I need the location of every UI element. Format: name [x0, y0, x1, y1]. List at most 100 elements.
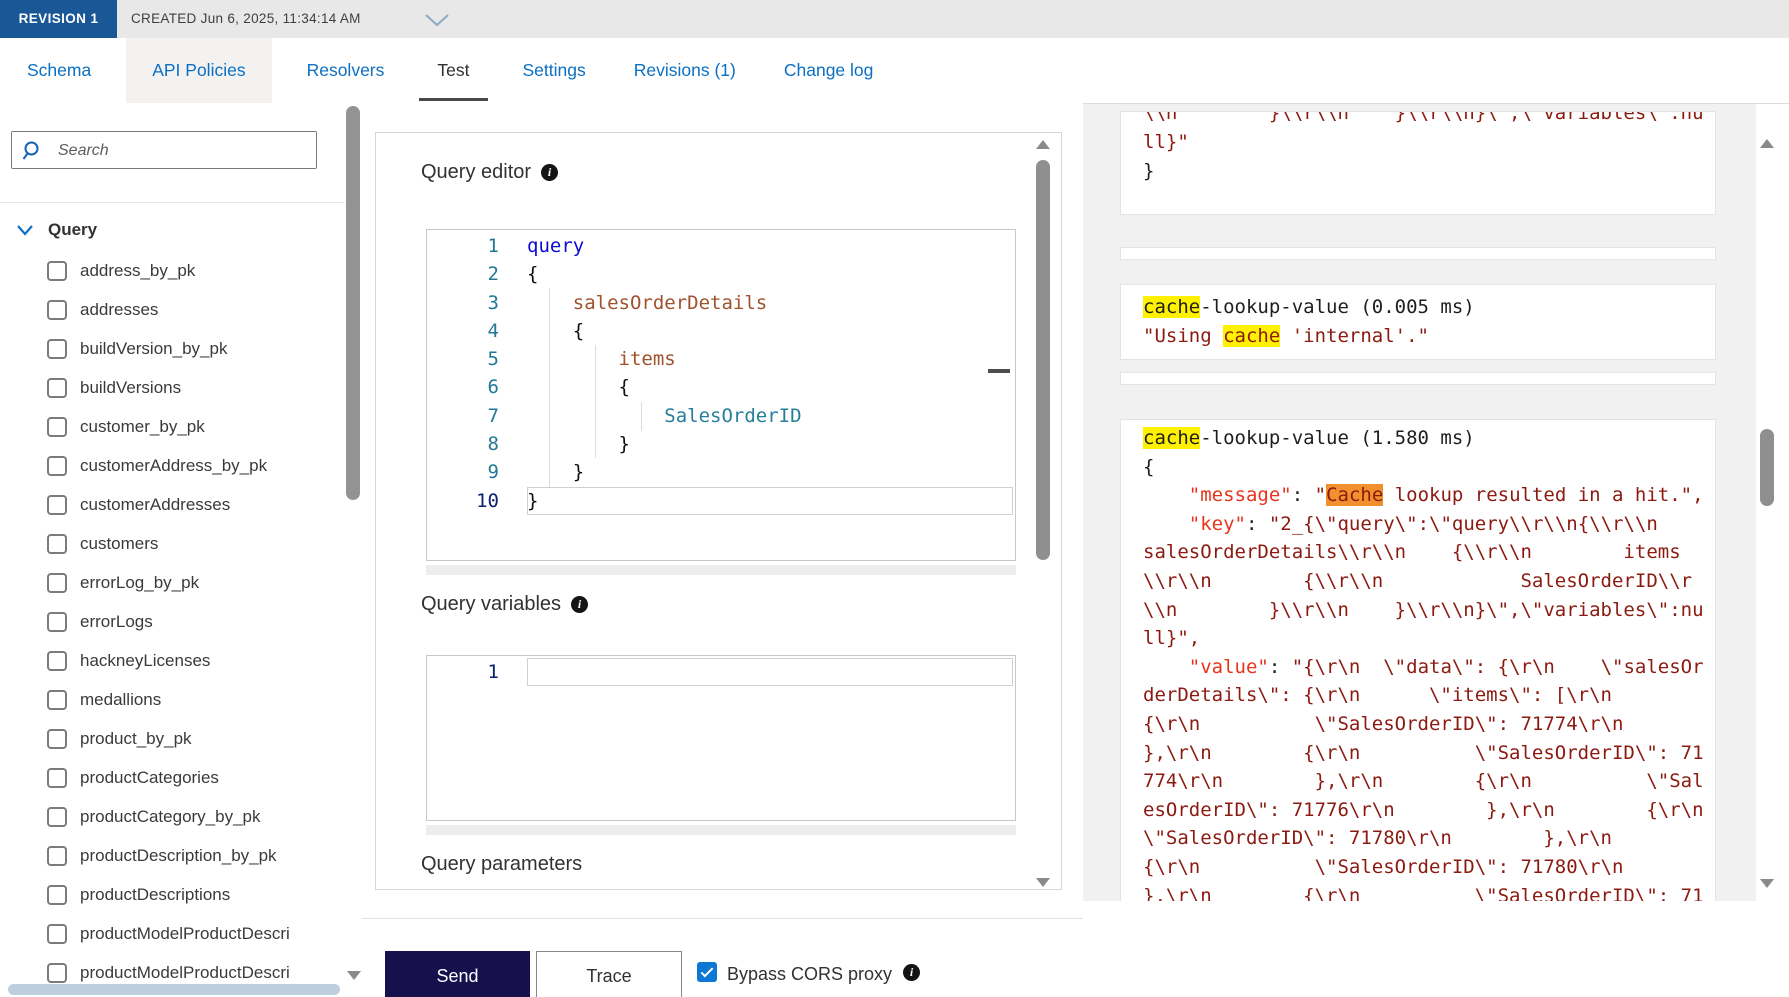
tab-settings[interactable]: Settings: [510, 38, 599, 103]
text-segment: [1143, 484, 1189, 506]
search-input[interactable]: [56, 133, 310, 169]
query-variables-title: Query variables: [421, 593, 588, 616]
operation-label: errorLog_by_pk: [80, 573, 199, 593]
operation-checkbox[interactable]: [47, 963, 67, 983]
trace-line: {\r\n \"SalesOrderID\": 71774\r\n: [1143, 710, 1715, 739]
info-icon[interactable]: [541, 164, 558, 181]
operation-item: errorLogs: [0, 602, 345, 641]
tab-change-log[interactable]: Change log: [771, 38, 887, 103]
chevron-down-icon: [16, 224, 34, 236]
code-line[interactable]: 7 SalesOrderID: [427, 402, 1015, 430]
trace-line: },\r\n {\r\n \"SalesOrderID\": 71: [1143, 739, 1715, 768]
sidebar-scroll-down-arrow[interactable]: [347, 971, 361, 980]
trace-scroll-down-arrow[interactable]: [1760, 879, 1774, 888]
operation-checkbox[interactable]: [47, 612, 67, 632]
code-line[interactable]: 3 salesOrderDetails: [427, 289, 1015, 317]
tab-revisions-1-[interactable]: Revisions (1): [621, 38, 749, 103]
query-variables-editor[interactable]: 1: [426, 655, 1016, 821]
code-line[interactable]: 1: [427, 658, 1015, 686]
operation-checkbox[interactable]: [47, 417, 67, 437]
text-segment: :: [1246, 513, 1269, 535]
text-segment: {: [527, 376, 630, 398]
operation-checkbox[interactable]: [47, 261, 67, 281]
code-line[interactable]: 9 }: [427, 458, 1015, 486]
text-segment: derDetails\": {\r\n \"items\": [\r\n: [1143, 684, 1612, 706]
text-segment: }: [527, 461, 584, 483]
operation-checkbox[interactable]: [47, 573, 67, 593]
tab-test[interactable]: Test: [419, 38, 487, 103]
middle-vertical-scrollbar[interactable]: [1036, 160, 1050, 560]
operation-checkbox[interactable]: [47, 846, 67, 866]
operation-label: productModelProductDescri: [80, 924, 290, 944]
operation-checkbox[interactable]: [47, 495, 67, 515]
operation-checkbox[interactable]: [47, 378, 67, 398]
operation-checkbox[interactable]: [47, 924, 67, 944]
operation-item: customerAddress_by_pk: [0, 446, 345, 485]
tab-schema[interactable]: Schema: [14, 38, 104, 103]
code-text: query: [527, 232, 1015, 260]
search-icon: [22, 140, 44, 162]
code-line[interactable]: 5 items: [427, 345, 1015, 373]
sidebar-horizontal-scrollbar[interactable]: [8, 984, 340, 995]
text-segment: {: [527, 320, 584, 342]
operation-checkbox[interactable]: [47, 807, 67, 827]
code-line[interactable]: 10}: [427, 487, 1015, 515]
text-segment: salesOrderDetails: [573, 292, 767, 314]
trace-card: cache-lookup-value (0.005 ms)"Using cach…: [1120, 284, 1716, 360]
operation-checkbox[interactable]: [47, 729, 67, 749]
text-segment: esOrderID\": 71776\r\n },\r\n {\r\n: [1143, 799, 1704, 821]
operation-checkbox[interactable]: [47, 885, 67, 905]
trace-card: cache-lookup-value (1.580 ms){ "message"…: [1120, 419, 1716, 901]
trace-line: ll}": [1143, 128, 1715, 157]
trace-line: \\r\\n {\\r\\n SalesOrderID\\r: [1143, 567, 1715, 596]
trace-scroll-up-arrow[interactable]: [1760, 139, 1774, 148]
text-segment: -lookup-value (1.580 ms): [1200, 427, 1475, 449]
operation-checkbox[interactable]: [47, 456, 67, 476]
text-segment: {: [527, 263, 538, 285]
middle-scroll-up-arrow[interactable]: [1036, 140, 1050, 149]
trace-line: salesOrderDetails\\r\\n {\\r\\n items: [1143, 538, 1715, 567]
editor-hscroll-track[interactable]: [426, 825, 1016, 835]
line-number: 10: [427, 487, 499, 515]
query-section-header[interactable]: Query: [16, 215, 97, 245]
info-icon[interactable]: [903, 964, 920, 981]
code-line[interactable]: 2{: [427, 260, 1015, 288]
line-number: 4: [427, 317, 499, 345]
bypass-cors-checkbox[interactable]: [697, 962, 717, 982]
sidebar-vertical-scrollbar[interactable]: [346, 106, 360, 500]
search-match-highlight: cache: [1143, 296, 1200, 318]
operation-checkbox[interactable]: [47, 300, 67, 320]
search-box[interactable]: [11, 131, 317, 169]
chevron-down-icon[interactable]: [424, 13, 450, 27]
tab-resolvers[interactable]: Resolvers: [294, 38, 398, 103]
operation-checkbox[interactable]: [47, 339, 67, 359]
text-segment: "value": [1189, 656, 1269, 678]
middle-scroll-down-arrow[interactable]: [1036, 878, 1050, 887]
operation-checkbox[interactable]: [47, 768, 67, 788]
test-console-page: REVISION 1 CREATED Jun 6, 2025, 11:34:14…: [0, 0, 1789, 997]
text-segment: \\r\\n {\\r\\n SalesOrderID\\r: [1143, 570, 1692, 592]
operation-item: customers: [0, 524, 345, 563]
operation-checkbox[interactable]: [47, 534, 67, 554]
trace-vertical-scrollbar[interactable]: [1760, 429, 1774, 506]
text-segment: salesOrderDetails\\r\\n {\\r\\n items: [1143, 541, 1681, 563]
query-editor-title: Query editor: [421, 161, 558, 184]
send-button[interactable]: Send: [385, 951, 530, 997]
revision-badge: REVISION 1: [0, 0, 117, 38]
query-editor-title-text: Query editor: [421, 161, 531, 184]
text-segment: "{\r\n \"data\": {\r\n \"salesOr: [1292, 656, 1704, 678]
code-text: }: [527, 487, 1013, 515]
code-line[interactable]: 1query: [427, 232, 1015, 260]
editor-hscroll-track[interactable]: [426, 565, 1016, 575]
code-line[interactable]: 8 }: [427, 430, 1015, 458]
operation-checkbox[interactable]: [47, 651, 67, 671]
tab-api-policies[interactable]: API Policies: [126, 38, 271, 103]
code-text: }: [527, 458, 1015, 486]
query-variables-title-text: Query variables: [421, 593, 561, 616]
operation-checkbox[interactable]: [47, 690, 67, 710]
code-line[interactable]: 4 {: [427, 317, 1015, 345]
query-code-editor[interactable]: 1query2{3 salesOrderDetails4 {5 items6 {…: [426, 229, 1016, 561]
code-line[interactable]: 6 {: [427, 373, 1015, 401]
trace-button[interactable]: Trace: [536, 951, 682, 997]
info-icon[interactable]: [571, 596, 588, 613]
